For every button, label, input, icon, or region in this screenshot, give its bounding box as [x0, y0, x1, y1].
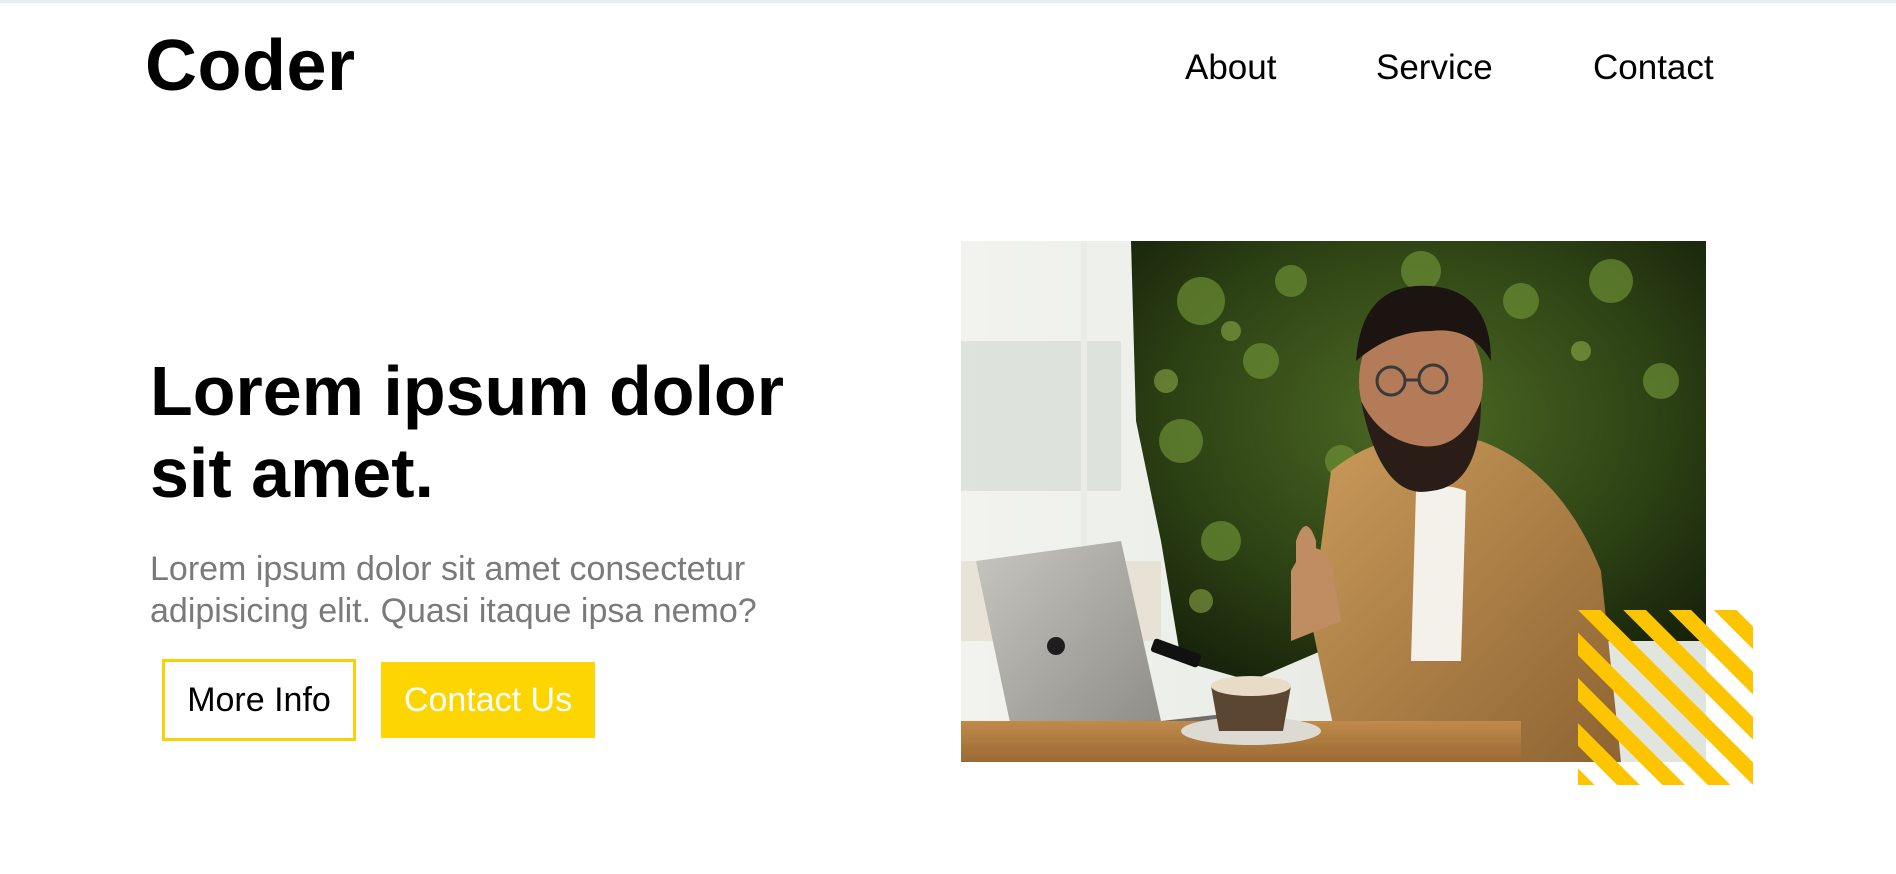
nav-link-about[interactable]: About — [1185, 48, 1276, 88]
nav-link-service[interactable]: Service — [1376, 48, 1493, 88]
main-nav: About Service Contact — [0, 48, 1896, 88]
top-divider — [0, 0, 1896, 3]
hero-description-line-2: adipisicing elit. Quasi itaque ipsa nemo… — [150, 592, 757, 630]
hero-description-line-1: Lorem ipsum dolor sit amet consectetur — [150, 550, 746, 588]
hero-title-line-1: Lorem ipsum dolor — [150, 352, 784, 430]
landing-page: Coder About Service Contact Lorem ipsum … — [0, 0, 1896, 874]
hero-title-line-2: sit amet. — [150, 434, 434, 512]
more-info-button[interactable]: More Info — [162, 659, 356, 741]
contact-us-button[interactable]: Contact Us — [381, 662, 595, 738]
hero-title: Lorem ipsum dolor sit amet. — [150, 350, 870, 514]
nav-link-contact[interactable]: Contact — [1593, 48, 1714, 88]
hero-description: Lorem ipsum dolor sit amet consectetur a… — [150, 548, 830, 632]
striped-decoration — [1578, 610, 1753, 785]
